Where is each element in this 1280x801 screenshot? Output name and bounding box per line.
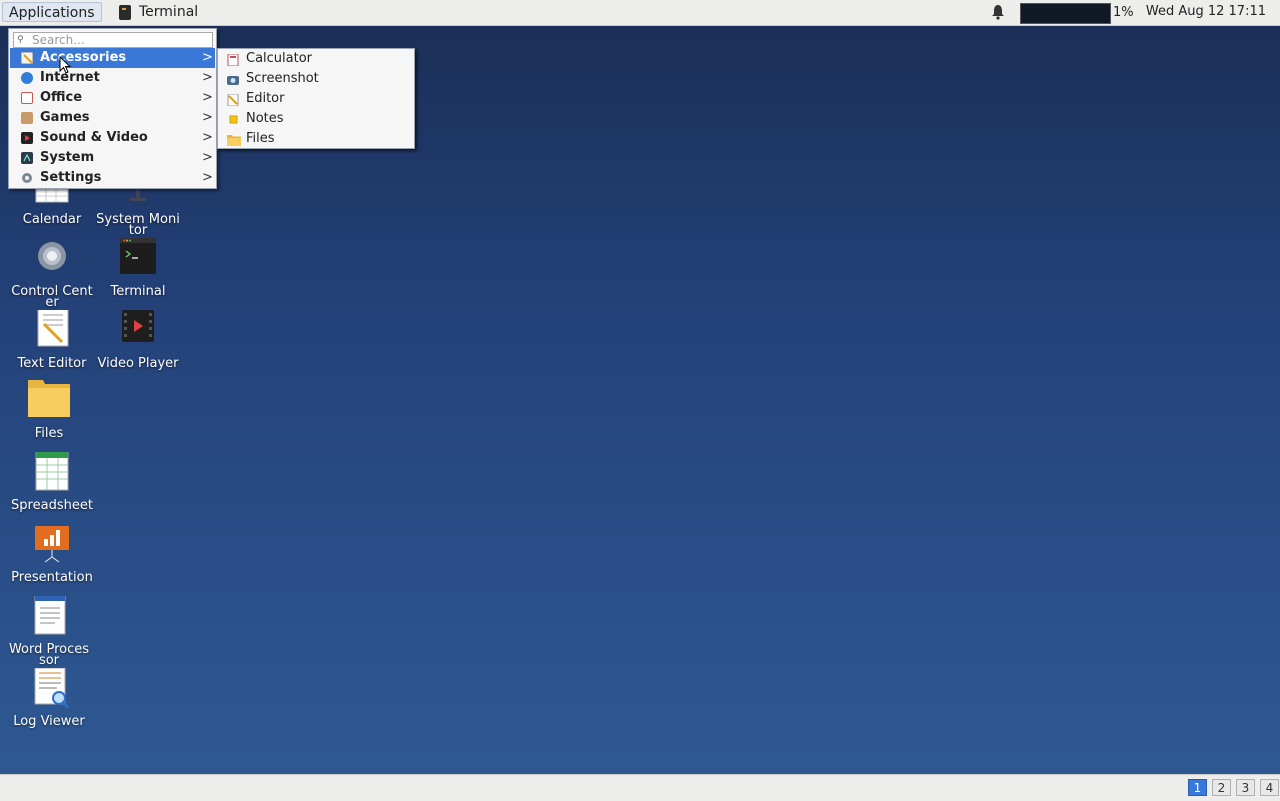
submenu-item-label: Editor [246, 91, 285, 106]
submenu-arrow: > [202, 170, 213, 185]
desktop-icon-label: Terminal [110, 284, 166, 299]
editor-icon [227, 93, 239, 107]
menu-category-label: Games [40, 110, 90, 125]
applications-menu-button[interactable]: Applications [2, 2, 102, 22]
text-editor-icon [30, 307, 74, 354]
games-icon [21, 112, 33, 124]
desktop-icon-video-player[interactable]: Video Player [96, 310, 180, 371]
desktop-icon-label: Spreadsheet [11, 498, 93, 513]
desktop-icon-spreadsheet[interactable]: Spreadsheet [10, 451, 94, 513]
submenu-item-calculator[interactable]: Calculator [218, 49, 414, 69]
desktop-icon-label: Video Player [97, 356, 179, 371]
notes-icon [227, 113, 239, 125]
menu-category-label: Sound & Video [40, 130, 148, 145]
submenu-arrow: > [202, 110, 213, 125]
submenu-item-label: Notes [246, 111, 284, 126]
taskbar-terminal-button[interactable]: Terminal [112, 2, 208, 23]
word-processor-icon [27, 595, 71, 640]
desktop-icon-label: Log Viewer [13, 714, 85, 729]
submenu-item-screenshot[interactable]: Screenshot [218, 69, 414, 89]
desktop-icon-log-viewer[interactable]: Log Viewer [7, 667, 91, 729]
desktop-icon-word-processor[interactable]: Word Processor [7, 595, 91, 668]
menu-category-label: Office [40, 90, 83, 105]
internet-icon [21, 72, 33, 84]
search-icon: ⚲ [17, 35, 24, 45]
menu-category-system[interactable]: System > [10, 148, 215, 168]
submenu-arrow: > [202, 150, 213, 165]
log-viewer-icon [27, 667, 71, 712]
terminal-icon [116, 238, 160, 282]
cpu-graph[interactable] [1020, 3, 1111, 24]
menu-category-accessories[interactable]: Accessories > [10, 48, 215, 68]
taskbar-terminal-label: Terminal [139, 4, 199, 20]
desktop-icon-label: Calendar [22, 212, 82, 227]
submenu-item-notes[interactable]: Notes [218, 109, 414, 129]
mouse-cursor-icon [59, 56, 72, 74]
spreadsheet-icon [30, 451, 74, 496]
terminal-icon [119, 5, 131, 20]
desktop-icon-text-editor[interactable]: Text Editor [10, 307, 94, 371]
submenu-arrow: > [202, 130, 213, 145]
desktop-icon-terminal[interactable]: Terminal [96, 238, 180, 299]
control-center-icon [30, 238, 74, 282]
menu-search-input[interactable]: ⚲ Search... [13, 32, 213, 48]
video-player-icon [116, 310, 160, 354]
menu-category-settings[interactable]: Settings > [10, 168, 215, 188]
submenu-item-files[interactable]: Files [218, 129, 414, 149]
menu-category-sound-video[interactable]: Sound & Video > [10, 128, 215, 148]
workspace-2[interactable]: 2 [1212, 779, 1231, 796]
submenu-arrow: > [202, 50, 213, 65]
desktop-icon-label: Text Editor [17, 356, 87, 371]
submenu-item-label: Calculator [246, 51, 313, 66]
bottom-panel: 1 2 3 4 [0, 774, 1280, 801]
desktop-icon-label: Control Center [11, 284, 93, 310]
menu-category-label: Accessories [40, 50, 127, 65]
desktop-icon-label: Word Processor [8, 642, 90, 668]
desktop-icon-label: System Monitor [96, 212, 180, 238]
submenu-item-editor[interactable]: Editor [218, 89, 414, 109]
desktop-icon-label: Presentation [11, 570, 93, 585]
menu-category-label: Settings [40, 170, 102, 185]
accessories-submenu: Calculator Screenshot Editor Notes Files [217, 48, 415, 149]
desktop-icon-presentation[interactable]: Presentation [10, 524, 94, 585]
folder-icon [27, 380, 71, 424]
submenu-arrow: > [202, 90, 213, 105]
search-placeholder: Search... [32, 33, 85, 47]
gear-icon [21, 172, 33, 184]
sound-video-icon [21, 132, 33, 144]
desktop-icon-files[interactable]: Files [7, 380, 91, 441]
workspace-3[interactable]: 3 [1236, 779, 1255, 796]
screenshot-icon [227, 73, 239, 85]
system-icon [21, 152, 33, 164]
top-panel: Applications Terminal 1% Wed Aug 12 17:1… [0, 0, 1280, 26]
menu-category-label: System [40, 150, 95, 165]
desktop-icon-label: Files [34, 426, 64, 441]
office-icon [21, 92, 33, 104]
clock[interactable]: Wed Aug 12 17:11 [1116, 4, 1266, 19]
presentation-icon [30, 524, 74, 568]
calculator-icon [227, 53, 239, 67]
menu-category-games[interactable]: Games > [10, 108, 215, 128]
submenu-item-label: Files [246, 131, 275, 146]
submenu-arrow: > [202, 70, 213, 85]
submenu-item-label: Screenshot [246, 71, 319, 86]
applications-menu: ⚲ Search... Accessories > Internet > Off… [8, 28, 217, 189]
notification-bell-icon[interactable] [991, 4, 1005, 20]
menu-category-office[interactable]: Office > [10, 88, 215, 108]
menu-category-internet[interactable]: Internet > [10, 68, 215, 88]
desktop-icon-control-center[interactable]: Control Center [10, 238, 94, 310]
workspace-1[interactable]: 1 [1188, 779, 1207, 796]
folder-icon [227, 133, 241, 146]
accessories-icon [21, 52, 33, 64]
workspace-4[interactable]: 4 [1260, 779, 1279, 796]
